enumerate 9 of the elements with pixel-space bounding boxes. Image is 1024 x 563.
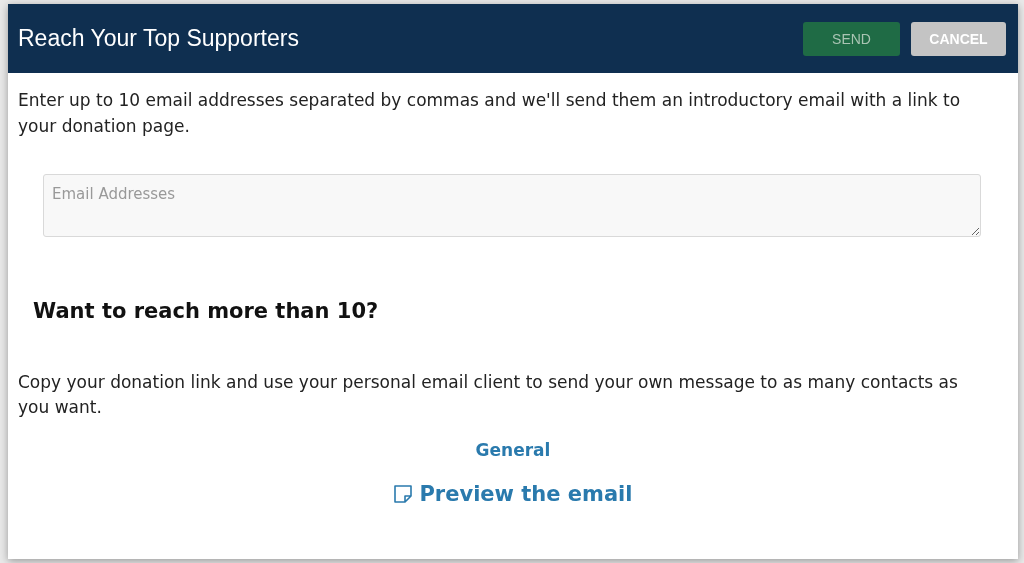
email-field[interactable]: Email Addresses [43, 174, 981, 237]
general-link[interactable]: General [475, 440, 551, 460]
send-button[interactable]: SEND [803, 21, 900, 56]
instructions-text: Copy your donation link and use your personal email client to send your own message to as many contacts as you want. [18, 371, 958, 419]
intro-text: Enter up to 10 email addresses separated by commas and we'll send them an introductory email with a link to your donation page. [18, 89, 962, 138]
section-heading: Want to reach more than 10? [33, 299, 380, 323]
note-icon [393, 484, 414, 504]
dialog-title: Reach Your Top Supporters [18, 25, 299, 52]
preview-link[interactable]: Preview the email [393, 482, 633, 506]
